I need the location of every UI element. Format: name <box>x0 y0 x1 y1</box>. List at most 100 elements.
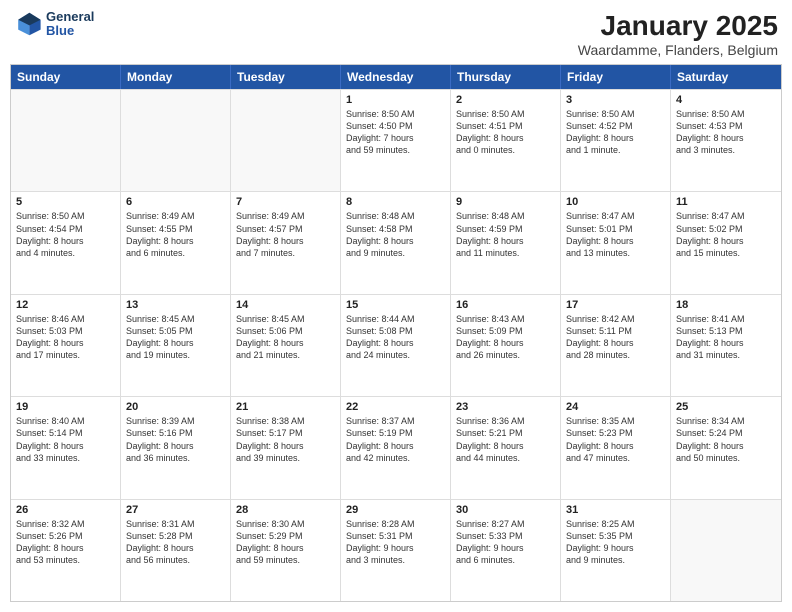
daylight-text: Daylight: 9 hours and 3 minutes. <box>346 543 414 565</box>
calendar-day-cell: 5 Sunrise: 8:50 AMSunset: 4:54 PMDaylight… <box>11 192 121 293</box>
calendar-day-cell: 21 Sunrise: 8:38 AM Sunset: 5:17 PM Dayligh… <box>231 397 341 498</box>
day-number: 24 <box>566 401 665 413</box>
sunrise-text: Sunrise: 8:34 AM <box>676 416 745 426</box>
daylight-text: Daylight: 8 hours and 44 minutes. <box>456 441 524 463</box>
day-number: 1 <box>346 94 445 106</box>
cell-content: Sunrise: 8:44 AMSunset: 5:08 PMDaylight:… <box>346 313 445 362</box>
day-number: 17 <box>566 299 665 311</box>
daylight-text: Daylight: 8 hours and 0 minutes. <box>456 133 524 155</box>
sunset-text: Sunset: 4:55 PM <box>126 224 193 234</box>
sunrise-text: Sunrise: 8:50 AM <box>346 109 415 119</box>
cell-content: Sunrise: 8:36 AMSunset: 5:21 PMDaylight:… <box>456 415 555 464</box>
cell-content: Sunrise: 8:50 AMSunset: 4:54 PMDaylight:… <box>16 210 115 259</box>
calendar-week-row: 5 Sunrise: 8:50 AMSunset: 4:54 PMDaylight… <box>11 191 781 293</box>
sunset-text: Sunset: 5:29 PM <box>236 531 303 541</box>
calendar-week-row: 26Sunrise: 8:32 AMSunset: 5:26 PMDayligh… <box>11 499 781 601</box>
logo-blue: Blue <box>46 23 74 38</box>
sunrise-text: Sunrise: 8:47 AM <box>566 211 635 221</box>
sunrise-text: Sunrise: 8:47 AM <box>676 211 745 221</box>
day-number: 21 <box>236 401 335 413</box>
calendar-day-cell: 7Sunrise: 8:49 AMSunset: 4:57 PMDaylight… <box>231 192 341 293</box>
empty-cell <box>231 90 341 191</box>
sunrise-text: Sunrise: 8:25 AM <box>566 519 635 529</box>
sunrise-text: Sunrise: 8:40 AM <box>16 416 85 426</box>
cell-content: Sunrise: 8:38 AM Sunset: 5:17 PM Daylight:… <box>236 415 335 464</box>
day-number: 23 <box>456 401 555 413</box>
cell-content: Sunrise: 8:35 AMSunset: 5:23 PMDaylight:… <box>566 415 665 464</box>
day-number: 22 <box>346 401 445 413</box>
sunrise-text: Sunrise: 8:45 AM <box>236 314 305 324</box>
sunset-text: Sunset: 5:14 PM <box>16 428 83 438</box>
day-number: 29 <box>346 504 445 516</box>
day-number: 26 <box>16 504 115 516</box>
sunset-text: Sunset: 5:02 PM <box>676 224 743 234</box>
cell-content: Sunrise: 8:25 AM Sunset: 5:35 PM Daylight:… <box>566 518 665 567</box>
calendar-day-cell: 9Sunrise: 8:48 AMSunset: 4:59 PMDaylight… <box>451 192 561 293</box>
cell-content: Sunrise: 8:41 AMSunset: 5:13 PMDaylight:… <box>676 313 776 362</box>
empty-cell <box>121 90 231 191</box>
day-number: 20 <box>126 401 225 413</box>
sunset-text: Sunset: 4:53 PM <box>676 121 743 131</box>
cell-content: Sunrise: 8:46 AMSunset: 5:03 PMDaylight:… <box>16 313 115 362</box>
day-number: 6 <box>126 196 225 208</box>
day-number: 12 <box>16 299 115 311</box>
day-number: 10 <box>566 196 665 208</box>
sunset-text: Sunset: 4:58 PM <box>346 224 413 234</box>
cell-content: Sunrise: 8:45 AMSunset: 5:06 PMDaylight:… <box>236 313 335 362</box>
weekday-header: Monday <box>121 65 231 89</box>
cell-content: Sunrise: 8:50 AMSunset: 4:51 PMDaylight:… <box>456 108 555 157</box>
daylight-text: Daylight: 8 hours and 31 minutes. <box>676 338 744 360</box>
calendar-day-cell: 18 Sunrise: 8:41 AMSunset: 5:13 PMDayligh… <box>671 295 781 396</box>
sunset-text: Sunset: 5:19 PM <box>346 428 413 438</box>
calendar-week-row: 19 Sunrise: 8:40 AM Sunset: 5:14 PM Dayligh… <box>11 396 781 498</box>
daylight-text: Daylight: 8 hours and 39 minutes. <box>236 441 304 463</box>
calendar-week-row: 12 Sunrise: 8:46 AMSunset: 5:03 PMDayligh… <box>11 294 781 396</box>
day-number: 19 <box>16 401 115 413</box>
calendar-day-cell: 8Sunrise: 8:48 AMSunset: 4:58 PMDaylight… <box>341 192 451 293</box>
calendar-day-cell: 19Sunrise: 8:40 AMSunset: 5:14 PMDayligh… <box>11 397 121 498</box>
sunrise-text: Sunrise: 8:27 AM <box>456 519 525 529</box>
calendar-day-cell: 29Sunrise: 8:28 AMSunset: 5:31 PMDayligh… <box>341 500 451 601</box>
sunrise-text: Sunrise: 8:50 AM <box>676 109 745 119</box>
day-number: 30 <box>456 504 555 516</box>
calendar-day-cell: 26Sunrise: 8:32 AMSunset: 5:26 PMDayligh… <box>11 500 121 601</box>
calendar-day-cell: 28Sunrise: 8:30 AMSunset: 5:29 PMDayligh… <box>231 500 341 601</box>
cell-content: Sunrise: 8:42 AMSunset: 5:11 PMDaylight:… <box>566 313 665 362</box>
cell-content: Sunrise: 8:50 AMSunset: 4:53 PMDaylight:… <box>676 108 776 157</box>
calendar-day-cell: 23 Sunrise: 8:36 AMSunset: 5:21 PMDayligh… <box>451 397 561 498</box>
daylight-text: Daylight: 8 hours and 53 minutes. <box>16 543 84 565</box>
day-number: 7 <box>236 196 335 208</box>
calendar-day-cell: 15 Sunrise: 8:44 AMSunset: 5:08 PMDayligh… <box>341 295 451 396</box>
day-number: 27 <box>126 504 225 516</box>
calendar-day-cell: 12 Sunrise: 8:46 AMSunset: 5:03 PMDayligh… <box>11 295 121 396</box>
calendar-day-cell: 22Sunrise: 8:37 AMSunset: 5:19 PMDayligh… <box>341 397 451 498</box>
sunrise-text: Sunrise: 8:43 AM <box>456 314 525 324</box>
sunset-text: Sunset: 5:17 PM <box>236 428 303 438</box>
sunrise-text: Sunrise: 8:39 AM <box>126 416 195 426</box>
sunset-text: Sunset: 4:51 PM <box>456 121 523 131</box>
daylight-text: Daylight: 8 hours and 13 minutes. <box>566 236 634 258</box>
daylight-text: Daylight: 8 hours and 9 minutes. <box>346 236 414 258</box>
sunrise-text: Sunrise: 8:36 AM <box>456 416 525 426</box>
sunrise-text: Sunrise: 8:32 AM <box>16 519 85 529</box>
cell-content: Sunrise: 8:45 AMSunset: 5:05 PMDaylight:… <box>126 313 225 362</box>
daylight-text: Daylight: 9 hours and 9 minutes. <box>566 543 634 565</box>
cell-content: Sunrise: 8:40 AMSunset: 5:14 PMDaylight:… <box>16 415 115 464</box>
daylight-text: Daylight: 8 hours and 19 minutes. <box>126 338 194 360</box>
weekday-header: Saturday <box>671 65 781 89</box>
day-number: 31 <box>566 504 665 516</box>
cell-content: Sunrise: 8:39 AMSunset: 5:16 PMDaylight:… <box>126 415 225 464</box>
day-number: 18 <box>676 299 776 311</box>
day-number: 15 <box>346 299 445 311</box>
title-block: January 2025 Waardamme, Flanders, Belgiu… <box>578 10 778 58</box>
day-number: 2 <box>456 94 555 106</box>
sunset-text: Sunset: 5:35 PM <box>566 531 633 541</box>
daylight-text: Daylight: 9 hours and 6 minutes. <box>456 543 524 565</box>
daylight-text: Daylight: 8 hours and 50 minutes. <box>676 441 744 463</box>
day-number: 16 <box>456 299 555 311</box>
sunrise-text: Sunrise: 8:49 AM <box>126 211 195 221</box>
day-number: 5 <box>16 196 115 208</box>
cell-content: Sunrise: 8:47 AMSunset: 5:01 PMDaylight:… <box>566 210 665 259</box>
calendar-body: 1Sunrise: 8:50 AMSunset: 4:50 PMDaylight… <box>11 89 781 601</box>
sunrise-text: Sunrise: 8:38 AM <box>236 416 305 426</box>
